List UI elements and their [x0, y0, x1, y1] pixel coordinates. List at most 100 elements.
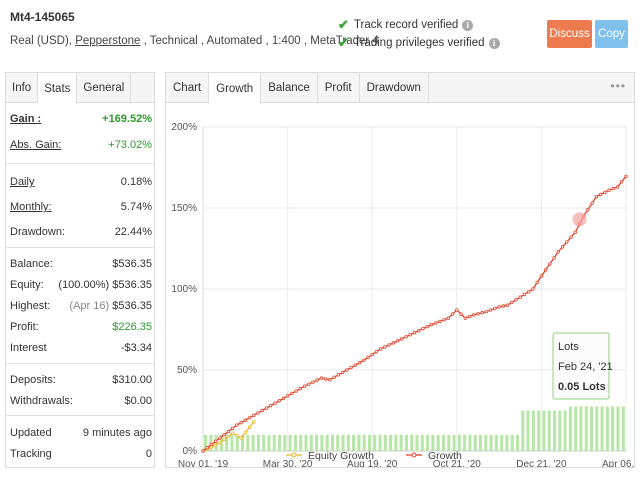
- trading-privileges-verified: ✔ Trading privileges verified i: [338, 35, 500, 51]
- tab-stats[interactable]: Stats: [38, 73, 78, 104]
- series-point: [218, 441, 222, 445]
- equity-value: (100.00%) $536.35: [58, 279, 152, 291]
- series-point: [459, 312, 463, 316]
- tab-balance[interactable]: Balance: [261, 73, 318, 102]
- series-point: [522, 292, 527, 297]
- series-point: [243, 430, 247, 435]
- lots-bar: [605, 406, 609, 451]
- highlight-point: [572, 212, 587, 227]
- tooltip-date: Feb 24, '21: [558, 361, 613, 373]
- legend-label: Equity Growth: [308, 450, 374, 462]
- series-point: [442, 318, 446, 322]
- series-point: [514, 298, 518, 302]
- track-record-label: Track record verified: [353, 19, 459, 31]
- series-point: [417, 329, 421, 333]
- profit-label: Profit:: [10, 321, 39, 333]
- series-point: [230, 426, 235, 431]
- daily-label[interactable]: Daily: [10, 176, 34, 188]
- lots-bar: [600, 406, 604, 451]
- series-point: [252, 413, 256, 418]
- tab-growth[interactable]: Growth: [209, 73, 262, 104]
- series-point: [493, 306, 497, 311]
- y-axis: 0% 50% 100% 150% 200%: [171, 122, 197, 457]
- lots-bar: [526, 410, 530, 451]
- lots-bar: [595, 406, 599, 451]
- stat-balance: Balance: $536.35: [10, 258, 152, 270]
- stat-abs-gain: Abs. Gain: +73.02%: [10, 139, 152, 151]
- lots-bar: [267, 434, 271, 451]
- divider: [6, 163, 154, 164]
- interest-value: -$3.34: [120, 342, 152, 354]
- lots-bar: [531, 410, 535, 451]
- check-icon: ✔: [338, 35, 349, 50]
- discuss-button[interactable]: Discuss: [547, 20, 592, 48]
- lots-bar: [447, 434, 451, 451]
- x-tick-label: Nov 01, '19: [178, 459, 229, 467]
- balance-value: $536.35: [112, 258, 152, 270]
- account-type: Real (USD),: [10, 35, 76, 47]
- series-point: [281, 396, 286, 401]
- series-point: [357, 361, 362, 365]
- stat-monthly: Monthly: 5.74%: [10, 201, 152, 213]
- abs-gain-value: +73.02%: [108, 139, 152, 151]
- series-point: [362, 358, 366, 362]
- series-point: [438, 319, 442, 324]
- lots-bar: [251, 434, 255, 451]
- info-icon[interactable]: i: [488, 37, 500, 49]
- lots-bar: [611, 406, 615, 451]
- stat-tracking: Tracking 0: [10, 448, 152, 460]
- series-point: [527, 289, 531, 294]
- trading-privileges-label: Trading privileges verified: [353, 37, 485, 49]
- chart-series: [201, 174, 628, 453]
- series-point: [573, 230, 577, 234]
- series-point: [302, 384, 307, 388]
- series-point: [395, 339, 400, 343]
- chart-panel: Chart Growth Balance Profit Drawdown •••…: [165, 72, 635, 468]
- series-point: [323, 377, 328, 381]
- ellipsis-icon[interactable]: •••: [610, 79, 626, 93]
- series-point: [294, 389, 298, 393]
- tab-chart[interactable]: Chart: [166, 73, 210, 102]
- series-point: [311, 380, 315, 384]
- deposits-label: Deposits:: [10, 374, 56, 386]
- series-point: [366, 355, 370, 360]
- series-point: [518, 295, 522, 299]
- gain-value: +169.52%: [102, 113, 152, 125]
- tab-info[interactable]: Info: [6, 73, 39, 102]
- highest-label: Highest:: [10, 300, 51, 312]
- series-point: [433, 321, 438, 325]
- monthly-value: 5.74%: [120, 201, 152, 213]
- lots-bar: [426, 434, 430, 451]
- series-point: [349, 365, 353, 370]
- series-point: [213, 439, 218, 443]
- tab-drawdown[interactable]: Drawdown: [360, 73, 429, 102]
- chart-tabs: Chart Growth Balance Profit Drawdown •••: [166, 73, 634, 104]
- lots-bar: [315, 434, 319, 451]
- stat-equity: Equity: (100.00%) $536.35: [10, 279, 152, 291]
- withdrawals-value: $0.00: [124, 395, 152, 407]
- lots-bar: [500, 434, 504, 451]
- series-point: [209, 442, 214, 447]
- tab-profit[interactable]: Profit: [318, 73, 360, 102]
- lots-bar: [230, 434, 234, 451]
- lots-bar: [288, 434, 292, 451]
- x-tick-label: Dec 21, '20: [516, 459, 567, 467]
- lots-bar: [373, 434, 377, 451]
- lots-bar: [262, 434, 266, 451]
- stat-profit: Profit: $226.35: [10, 321, 152, 333]
- legend-marker: [291, 452, 297, 458]
- y-tick-label: 150%: [171, 203, 197, 214]
- tab-general[interactable]: General: [77, 73, 132, 102]
- series-point: [247, 425, 252, 429]
- series-point: [543, 268, 548, 272]
- broker-link[interactable]: Pepperstone: [75, 35, 140, 47]
- lots-bar: [357, 434, 361, 451]
- series-point: [201, 449, 205, 453]
- monthly-label[interactable]: Monthly:: [10, 201, 52, 213]
- gain-label[interactable]: Gain :: [10, 113, 41, 125]
- series-point: [598, 192, 603, 197]
- info-icon[interactable]: i: [462, 19, 474, 31]
- copy-button[interactable]: Copy: [595, 20, 628, 48]
- chart-grid: [202, 126, 627, 452]
- abs-gain-label[interactable]: Abs. Gain:: [10, 139, 61, 151]
